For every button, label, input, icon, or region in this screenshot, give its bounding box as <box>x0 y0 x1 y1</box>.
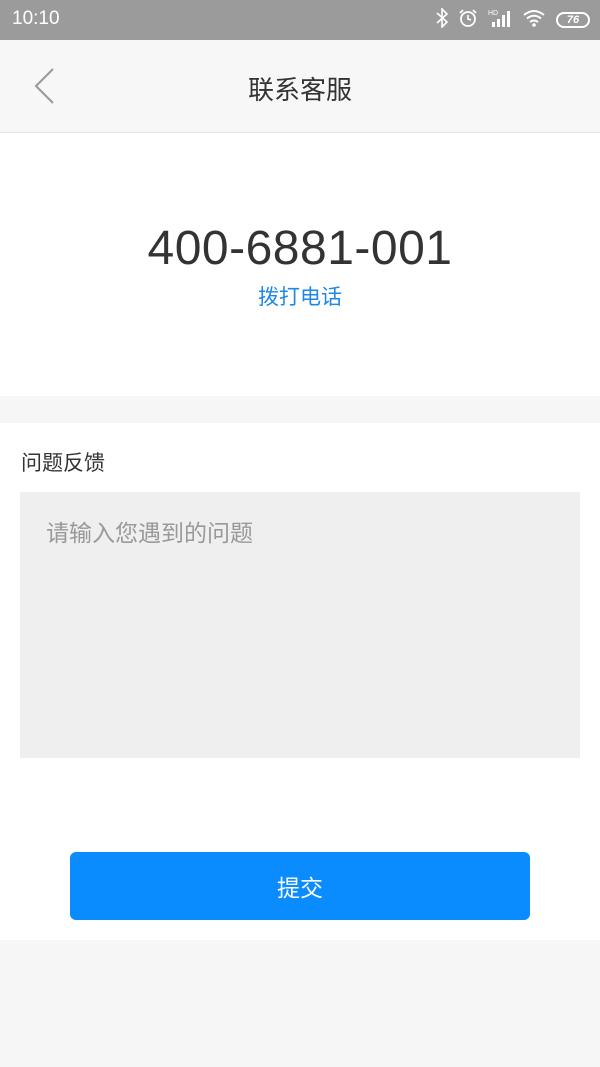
feedback-section: 问题反馈 提交 <box>0 423 600 940</box>
alarm-icon <box>458 8 478 32</box>
feedback-input[interactable] <box>20 492 580 758</box>
status-bar: 10:10 HD 76 <box>0 0 600 40</box>
submit-button[interactable]: 提交 <box>70 852 530 920</box>
bluetooth-icon <box>436 7 449 32</box>
nav-bar: 联系客服 <box>0 40 600 133</box>
battery-level: 76 <box>566 14 580 26</box>
svg-text:HD: HD <box>488 10 498 17</box>
signal-icon: HD <box>488 8 512 32</box>
page-title: 联系客服 <box>247 76 352 106</box>
wifi-icon <box>522 8 546 32</box>
feedback-label: 问题反馈 <box>21 451 105 475</box>
battery-icon: 76 <box>556 12 590 28</box>
dial-phone-link[interactable]: 拨打电话 <box>0 281 600 311</box>
phone-number: 400-6881-001 <box>147 222 453 275</box>
status-time: 10:10 <box>12 8 60 29</box>
phone-section: 400-6881-001 拨打电话 <box>0 133 600 396</box>
status-icons: HD 76 <box>436 7 590 32</box>
